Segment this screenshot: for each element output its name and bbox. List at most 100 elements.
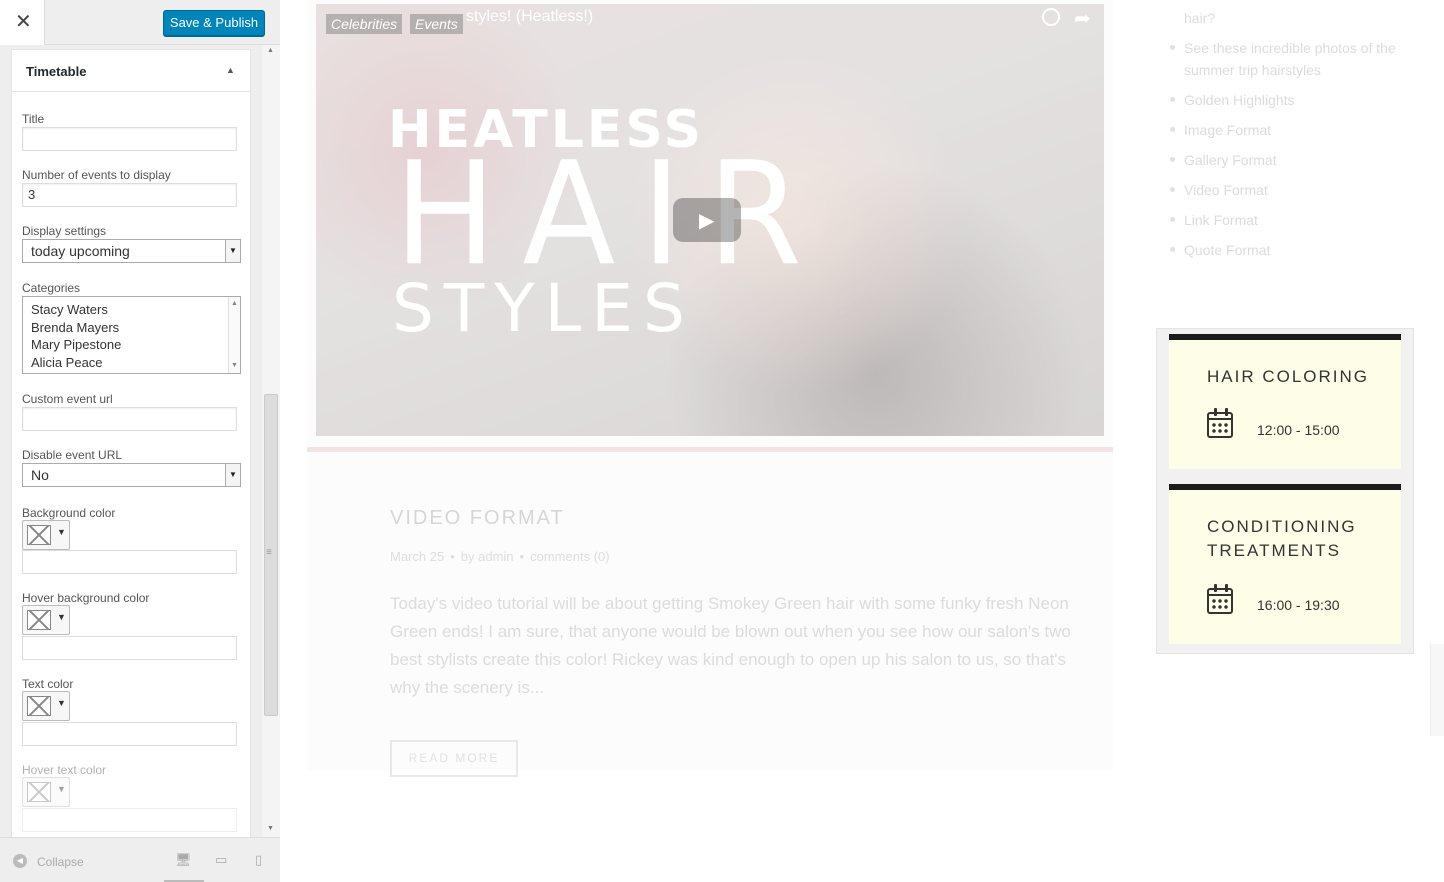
preview-scrollbar[interactable] <box>1430 644 1444 736</box>
categories-label: Categories <box>22 281 81 295</box>
category-option[interactable]: Mary Pipestone <box>23 336 240 354</box>
chevron-down-icon[interactable]: ▼ <box>225 240 240 262</box>
bullet-icon <box>1170 127 1175 132</box>
chevron-down-icon[interactable]: ▼ <box>225 464 240 486</box>
chevron-down-icon: ▼ <box>57 698 66 708</box>
play-button[interactable]: ▶ <box>673 198 741 242</box>
list-item[interactable]: Link Format <box>1184 209 1258 231</box>
video-divider <box>307 447 1113 452</box>
no-color-icon <box>27 696 51 716</box>
grip-icon: ≡ <box>266 547 272 558</box>
video-headline-bottom: STYLES <box>392 270 695 347</box>
scroll-down-icon[interactable]: ▼ <box>229 361 240 371</box>
text-color-picker[interactable]: ▼ <box>22 691 70 721</box>
list-item[interactable]: Quote Format <box>1184 239 1270 261</box>
bullet-icon <box>1170 157 1175 162</box>
post-excerpt: Today's video tutorial will be about get… <box>390 594 1071 697</box>
post-meta: March 25 • by admin • comments (0) <box>390 549 610 564</box>
bg-color-label: Background color <box>22 506 116 520</box>
bullet-icon <box>1170 217 1175 222</box>
collapse-button[interactable]: Collapse <box>37 855 84 869</box>
clock-icon[interactable] <box>1042 8 1060 26</box>
post-by: by <box>460 549 475 564</box>
calendar-icon <box>1207 408 1233 438</box>
list-item[interactable]: Golden Highlights <box>1184 89 1295 111</box>
hover-bg-color-picker[interactable]: ▼ <box>22 605 70 635</box>
no-color-icon <box>27 610 51 630</box>
title-input[interactable] <box>22 127 237 151</box>
timetable-event-card[interactable]: CONDITIONING TREATMENTS 16:00 - 19:30 <box>1169 484 1401 644</box>
post-date: March 25 <box>390 549 445 564</box>
disable-url-value: No <box>31 467 49 483</box>
bg-color-input[interactable] <box>22 550 237 574</box>
save-publish-button[interactable]: Save & Publish <box>163 10 265 36</box>
category-tag[interactable]: Events <box>410 14 463 34</box>
hover-text-color-input[interactable] <box>22 808 237 832</box>
customizer-sidebar: ✕ Save & Publish Timetable ▲ Title Numbe… <box>0 0 280 882</box>
collapse-arrow-icon[interactable]: ▲ <box>226 65 235 75</box>
scroll-up-icon[interactable]: ▲ <box>229 299 240 309</box>
video-embed[interactable]: styles! (Heatless!) Celebrities Events ➦… <box>316 4 1104 436</box>
timetable-widget: Timetable ▲ Title Number of events to di… <box>11 49 251 837</box>
category-option[interactable]: Stacy Waters <box>23 301 240 319</box>
text-color-label: Text color <box>22 677 74 691</box>
disable-url-select[interactable]: No ▼ <box>22 463 241 487</box>
list-item[interactable]: hair? <box>1184 7 1215 29</box>
list-item[interactable]: Image Format <box>1184 119 1271 141</box>
tablet-icon[interactable]: ▭ <box>215 852 227 868</box>
sidebar-scrollbar[interactable]: ▲ ≡ ▼ <box>262 45 280 837</box>
video-title[interactable]: styles! (Heatless!) <box>466 8 593 26</box>
list-item[interactable]: Gallery Format <box>1184 149 1277 171</box>
post-author-link[interactable]: admin <box>478 549 513 564</box>
widget-header[interactable]: Timetable ▲ <box>12 50 250 92</box>
hover-text-color-picker[interactable]: ▼ <box>22 777 70 807</box>
title-label: Title <box>22 112 45 126</box>
hover-bg-color-input[interactable] <box>22 636 237 660</box>
events-count-input[interactable]: 3 <box>22 183 237 207</box>
post-title[interactable]: VIDEO FORMAT <box>390 507 565 530</box>
categories-scrollbar[interactable]: ▲ ▼ <box>228 297 240 373</box>
main-content: styles! (Heatless!) Celebrities Events ➦… <box>307 0 1113 777</box>
desktop-icon[interactable]: 🖥 <box>175 852 192 868</box>
calendar-icon <box>1207 584 1233 614</box>
bg-color-picker[interactable]: ▼ <box>22 520 70 550</box>
read-more-button[interactable]: READ MORE <box>390 740 518 777</box>
customizer-header: ✕ Save & Publish <box>0 0 280 45</box>
collapse-icon[interactable]: ◀ <box>13 854 27 868</box>
list-item[interactable]: summer trip hairstyles <box>1184 59 1321 81</box>
post-comments-link[interactable]: comments (0) <box>530 549 609 564</box>
mobile-icon[interactable]: ▯ <box>255 852 262 868</box>
event-title[interactable]: CONDITIONING <box>1207 515 1357 539</box>
display-settings-select[interactable]: today upcoming ▼ <box>22 239 241 263</box>
site-preview: styles! (Heatless!) Celebrities Events ➦… <box>280 0 1444 882</box>
bullet-icon <box>1170 187 1175 192</box>
customizer-footer: ◀ Collapse 🖥 ▭ ▯ <box>0 837 280 882</box>
chevron-down-icon: ▼ <box>57 784 66 794</box>
close-customizer-button[interactable]: ✕ <box>0 0 45 45</box>
event-title-line2[interactable]: TREATMENTS <box>1207 539 1341 563</box>
no-color-icon <box>27 782 51 802</box>
list-item[interactable]: See these incredible photos of the <box>1184 37 1396 59</box>
categories-multiselect[interactable]: Stacy Waters Brenda Mayers Mary Pipeston… <box>22 296 241 374</box>
chevron-down-icon: ▼ <box>57 612 66 622</box>
no-color-icon <box>27 525 51 545</box>
list-item[interactable]: Video Format <box>1184 179 1268 201</box>
hover-bg-color-label: Hover background color <box>22 591 150 605</box>
timetable-event-card[interactable]: HAIR COLORING 12:00 - 15:00 <box>1169 334 1401 469</box>
share-icon[interactable]: ➦ <box>1074 6 1091 31</box>
event-title[interactable]: HAIR COLORING <box>1207 365 1369 389</box>
events-count-label: Number of events to display <box>22 168 171 182</box>
scroll-up-icon[interactable]: ▲ <box>267 47 274 54</box>
scroll-down-icon[interactable]: ▼ <box>267 825 274 832</box>
custom-url-input[interactable] <box>22 407 237 431</box>
event-time: 12:00 - 15:00 <box>1257 422 1340 438</box>
category-option[interactable]: Alicia Peace <box>23 354 240 372</box>
timetable-widget-preview: HAIR COLORING 12:00 - 15:00 CONDITIONING… <box>1156 328 1414 654</box>
bullet-icon <box>1170 97 1175 102</box>
category-option[interactable]: Brenda Mayers <box>23 319 240 337</box>
bullet-icon <box>1170 247 1175 252</box>
text-color-input[interactable] <box>22 722 237 746</box>
display-settings-label: Display settings <box>22 224 107 238</box>
close-icon: ✕ <box>15 11 32 33</box>
category-tag[interactable]: Celebrities <box>326 14 403 34</box>
